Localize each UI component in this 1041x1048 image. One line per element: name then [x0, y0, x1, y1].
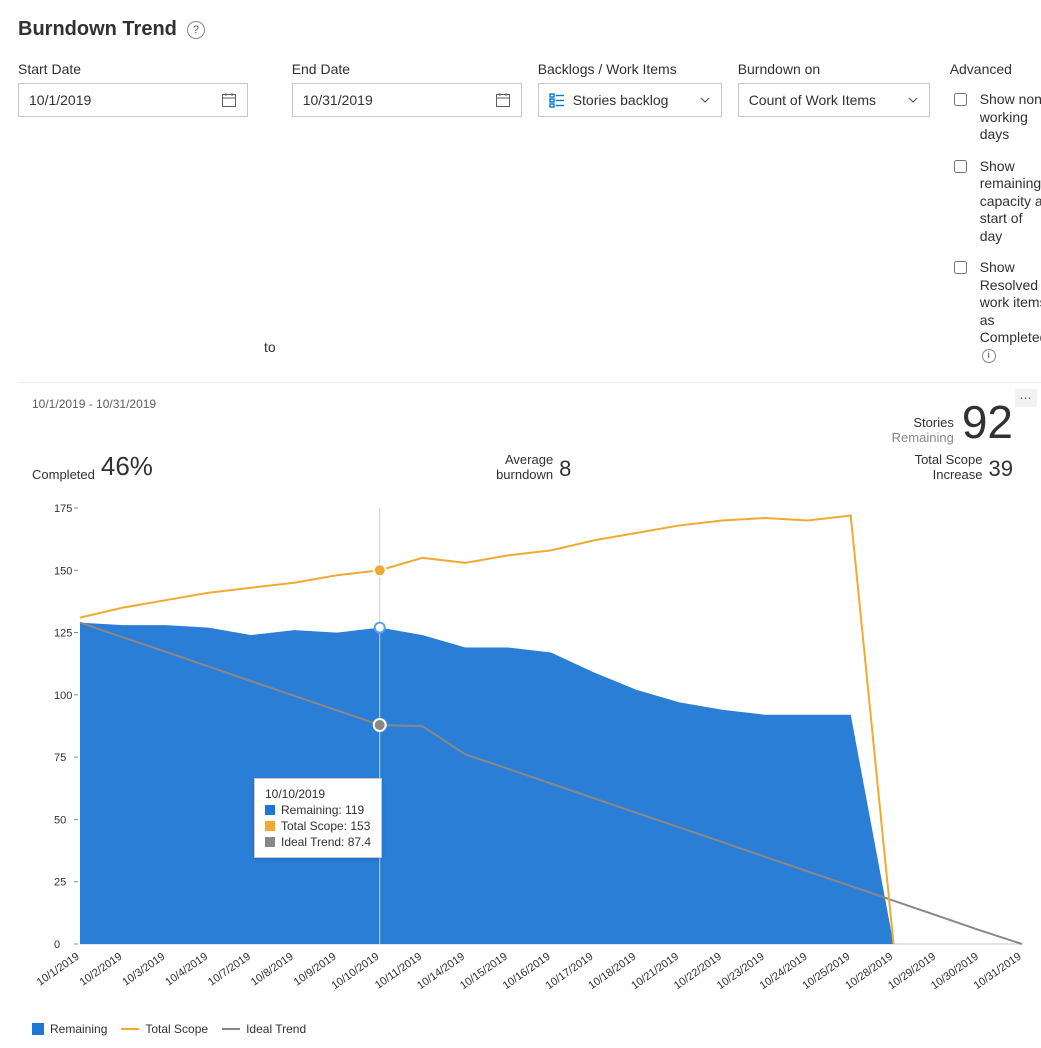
chart-legend: Remaining Total Scope Ideal Trend: [18, 1018, 1041, 1048]
tooltip-total: Total Scope: 153: [281, 819, 370, 833]
series-remaining: [80, 623, 894, 944]
svg-text:25: 25: [54, 877, 66, 889]
burndown-on-select[interactable]: Count of Work Items: [738, 83, 930, 117]
legend-remaining[interactable]: Remaining: [32, 1022, 107, 1036]
start-date-input[interactable]: 10/1/2019: [18, 83, 248, 117]
calendar-icon[interactable]: [221, 92, 237, 108]
svg-text:50: 50: [54, 814, 66, 826]
page-title: Burndown Trend: [18, 18, 177, 41]
backlogs-value: Stories backlog: [573, 92, 669, 108]
help-icon[interactable]: ?: [187, 21, 205, 39]
advanced-label: Advanced: [950, 61, 1041, 77]
svg-text:175: 175: [54, 503, 72, 515]
backlogs-select[interactable]: Stories backlog: [538, 83, 722, 117]
tooltip-ideal: Ideal Trend: 87.4: [281, 835, 371, 849]
more-menu[interactable]: ⋯: [1015, 389, 1037, 407]
show-nonworking-checkbox[interactable]: Show non-working days: [950, 91, 1041, 144]
legend-ideal-trend[interactable]: Ideal Trend: [222, 1022, 306, 1036]
show-nonworking-label: Show non-working days: [980, 91, 1041, 144]
burndown-on-label: Burndown on: [738, 61, 930, 77]
svg-text:10/4/2019: 10/4/2019: [163, 951, 210, 989]
marker-ideal-trend: [374, 719, 386, 731]
burndown-chart[interactable]: 025507510012515017510/1/201910/2/201910/…: [26, 494, 1032, 1014]
svg-text:10/2/2019: 10/2/2019: [78, 951, 125, 989]
chart-card: ⋯ 10/1/2019 - 10/31/2019 Stories Remaini…: [18, 382, 1041, 1048]
info-icon[interactable]: i: [982, 349, 996, 363]
marker-remaining: [375, 623, 385, 633]
tooltip-remaining: Remaining: 119: [281, 803, 364, 817]
checkbox[interactable]: [954, 160, 967, 173]
completed-metric: Completed 46%: [32, 451, 153, 482]
svg-text:10/3/2019: 10/3/2019: [120, 951, 167, 989]
calendar-icon[interactable]: [495, 92, 511, 108]
svg-text:10/31/2019: 10/31/2019: [972, 951, 1024, 992]
scope-increase-metric: Total ScopeIncrease 39: [915, 453, 1013, 482]
to-label: to: [264, 330, 276, 364]
svg-text:10/8/2019: 10/8/2019: [249, 951, 296, 989]
show-resolved-label: Show Resolved work items as Completed i: [980, 259, 1041, 364]
svg-text:75: 75: [54, 752, 66, 764]
remaining-metric: Stories Remaining 92: [892, 399, 1013, 445]
svg-text:125: 125: [54, 628, 72, 640]
backlog-icon: [549, 92, 565, 108]
show-resolved-checkbox[interactable]: Show Resolved work items as Completed i: [950, 259, 1041, 364]
checkbox[interactable]: [954, 261, 967, 274]
completed-value: 46%: [101, 451, 153, 482]
start-date-value: 10/1/2019: [29, 92, 91, 108]
average-burndown-metric: Averageburndown 8: [496, 453, 571, 482]
svg-text:10/7/2019: 10/7/2019: [206, 951, 253, 989]
svg-text:150: 150: [54, 565, 72, 577]
svg-text:100: 100: [54, 690, 72, 702]
burndown-on-value: Count of Work Items: [749, 92, 876, 108]
svg-text:10/1/2019: 10/1/2019: [35, 951, 82, 989]
start-date-label: Start Date: [18, 61, 248, 77]
show-remaining-capacity-label: Show remaining capacity at start of day: [980, 158, 1041, 246]
average-burndown-value: 8: [559, 456, 571, 482]
chevron-down-icon: [699, 94, 711, 106]
svg-text:10/10/2019: 10/10/2019: [329, 951, 381, 992]
scope-increase-value: 39: [989, 456, 1013, 482]
chevron-down-icon: [907, 94, 919, 106]
backlogs-label: Backlogs / Work Items: [538, 61, 722, 77]
show-remaining-capacity-checkbox[interactable]: Show remaining capacity at start of day: [950, 158, 1041, 246]
end-date-input[interactable]: 10/31/2019: [292, 83, 522, 117]
checkbox[interactable]: [954, 93, 967, 106]
end-date-value: 10/31/2019: [303, 92, 373, 108]
chart-tooltip: 10/10/2019 Remaining: 119 Total Scope: 1…: [254, 778, 382, 858]
legend-total-scope[interactable]: Total Scope: [121, 1022, 208, 1036]
tooltip-date: 10/10/2019: [265, 787, 371, 801]
end-date-label: End Date: [292, 61, 522, 77]
remaining-value: 92: [962, 399, 1013, 445]
svg-text:0: 0: [54, 939, 60, 951]
marker-total-scope: [374, 564, 386, 576]
